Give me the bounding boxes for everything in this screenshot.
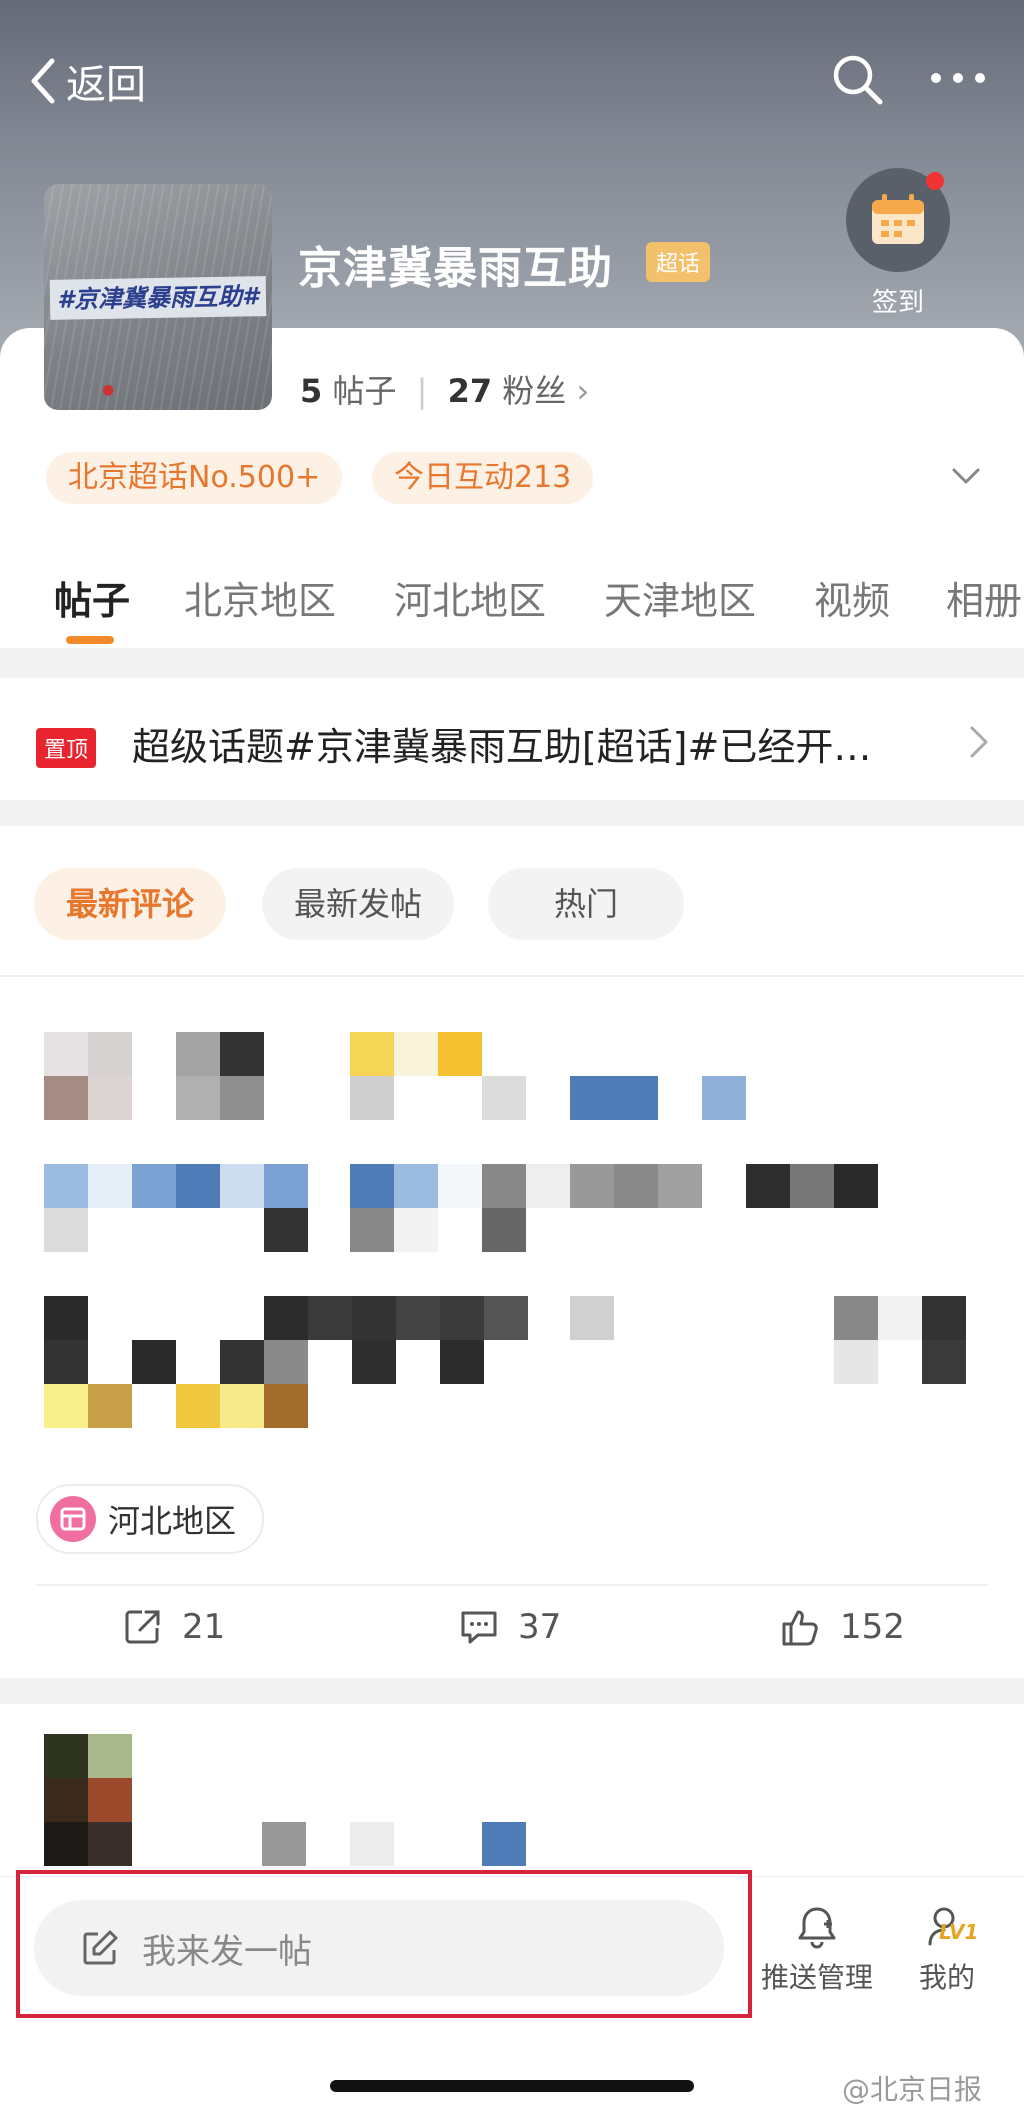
tab-beijing[interactable]: 北京地区: [184, 570, 336, 625]
cover-logo: ●: [102, 382, 115, 398]
profile-icon: LV1: [917, 1904, 979, 1950]
level-badge: LV1: [939, 1920, 979, 1944]
location-tag-icon: [50, 1496, 96, 1542]
fans-count: 27: [447, 372, 493, 410]
topic-title: 京津冀暴雨互助: [298, 243, 613, 294]
share-icon: [125, 1610, 160, 1644]
calendar-icon: [872, 194, 924, 244]
comment-button[interactable]: 37: [458, 1606, 561, 1648]
like-button[interactable]: 152: [780, 1606, 905, 1648]
push-settings-button[interactable]: 推送管理: [752, 1904, 882, 1996]
topic-stats[interactable]: 5 帖子 | 27 粉丝 ›: [300, 366, 589, 412]
repost-count: 21: [182, 1607, 226, 1647]
tab-album[interactable]: 相册: [946, 570, 1022, 625]
sort-latest-posts[interactable]: 最新发帖: [262, 868, 455, 940]
cover-text: #京津冀暴雨互助#: [49, 276, 267, 320]
highlight-box: [16, 1870, 752, 2018]
back-button[interactable]: 返回: [28, 52, 146, 110]
notification-dot: [926, 172, 944, 190]
mine-button[interactable]: LV1 我的: [882, 1904, 1012, 1996]
divider: [36, 1584, 988, 1586]
tab-tianjin[interactable]: 天津地区: [604, 570, 756, 625]
tab-hebei[interactable]: 河北地区: [394, 570, 546, 625]
search-icon[interactable]: [830, 52, 884, 106]
push-settings-label: 推送管理: [760, 1961, 873, 1994]
checkin-button[interactable]: [846, 168, 950, 272]
checkin-label: 签到: [871, 288, 924, 318]
chevron-right-icon[interactable]: [968, 724, 990, 760]
bell-icon: [798, 1907, 836, 1949]
tab-posts[interactable]: 帖子: [54, 570, 130, 625]
sort-latest-comments[interactable]: 最新评论: [34, 868, 227, 940]
pinned-post-text[interactable]: 超级话题#京津冀暴雨互助[超话]#已经开…: [132, 716, 932, 771]
home-indicator: [330, 2080, 694, 2092]
location-tag-label: 河北地区: [108, 1502, 237, 1540]
comment-icon: [461, 1611, 497, 1644]
pixelated-post-content: [0, 1032, 1024, 1432]
more-icon[interactable]: [928, 70, 988, 86]
posts-count: 5: [300, 372, 323, 410]
chevron-right-icon: ›: [576, 372, 590, 410]
repost-button[interactable]: 21: [122, 1606, 225, 1648]
next-post[interactable]: [0, 1704, 1024, 1876]
interaction-tag[interactable]: 今日互动213: [372, 452, 594, 504]
feed-gap: [0, 1678, 1024, 1704]
pinned-badge: 置顶: [36, 728, 97, 768]
super-topic-badge: 超话: [646, 242, 711, 282]
chevron-left-icon: [31, 58, 55, 104]
topic-cover-image: #京津冀暴雨互助# ●: [44, 184, 272, 410]
tab-bar: 帖子 北京地区 河北地区 天津地区 视频 相册: [0, 570, 1024, 650]
divider: [0, 975, 1024, 977]
chevron-down-icon[interactable]: [950, 460, 982, 492]
stats-separator: |: [416, 372, 428, 410]
tab-video[interactable]: 视频: [814, 570, 890, 625]
mine-label: 我的: [918, 1961, 975, 1994]
sort-hot[interactable]: 热门: [488, 868, 685, 940]
fans-label: 粉丝: [502, 372, 567, 410]
watermark: @北京日报: [842, 2073, 983, 2106]
posts-label: 帖子: [332, 372, 397, 410]
back-label: 返回: [66, 62, 146, 108]
tab-indicator: [66, 636, 114, 644]
rank-tag[interactable]: 北京超话No.500+: [46, 452, 343, 504]
like-count: 152: [840, 1607, 905, 1647]
thumbs-up-icon: [782, 1610, 818, 1646]
location-tag[interactable]: 河北地区: [36, 1484, 265, 1554]
comment-count: 37: [518, 1607, 562, 1647]
